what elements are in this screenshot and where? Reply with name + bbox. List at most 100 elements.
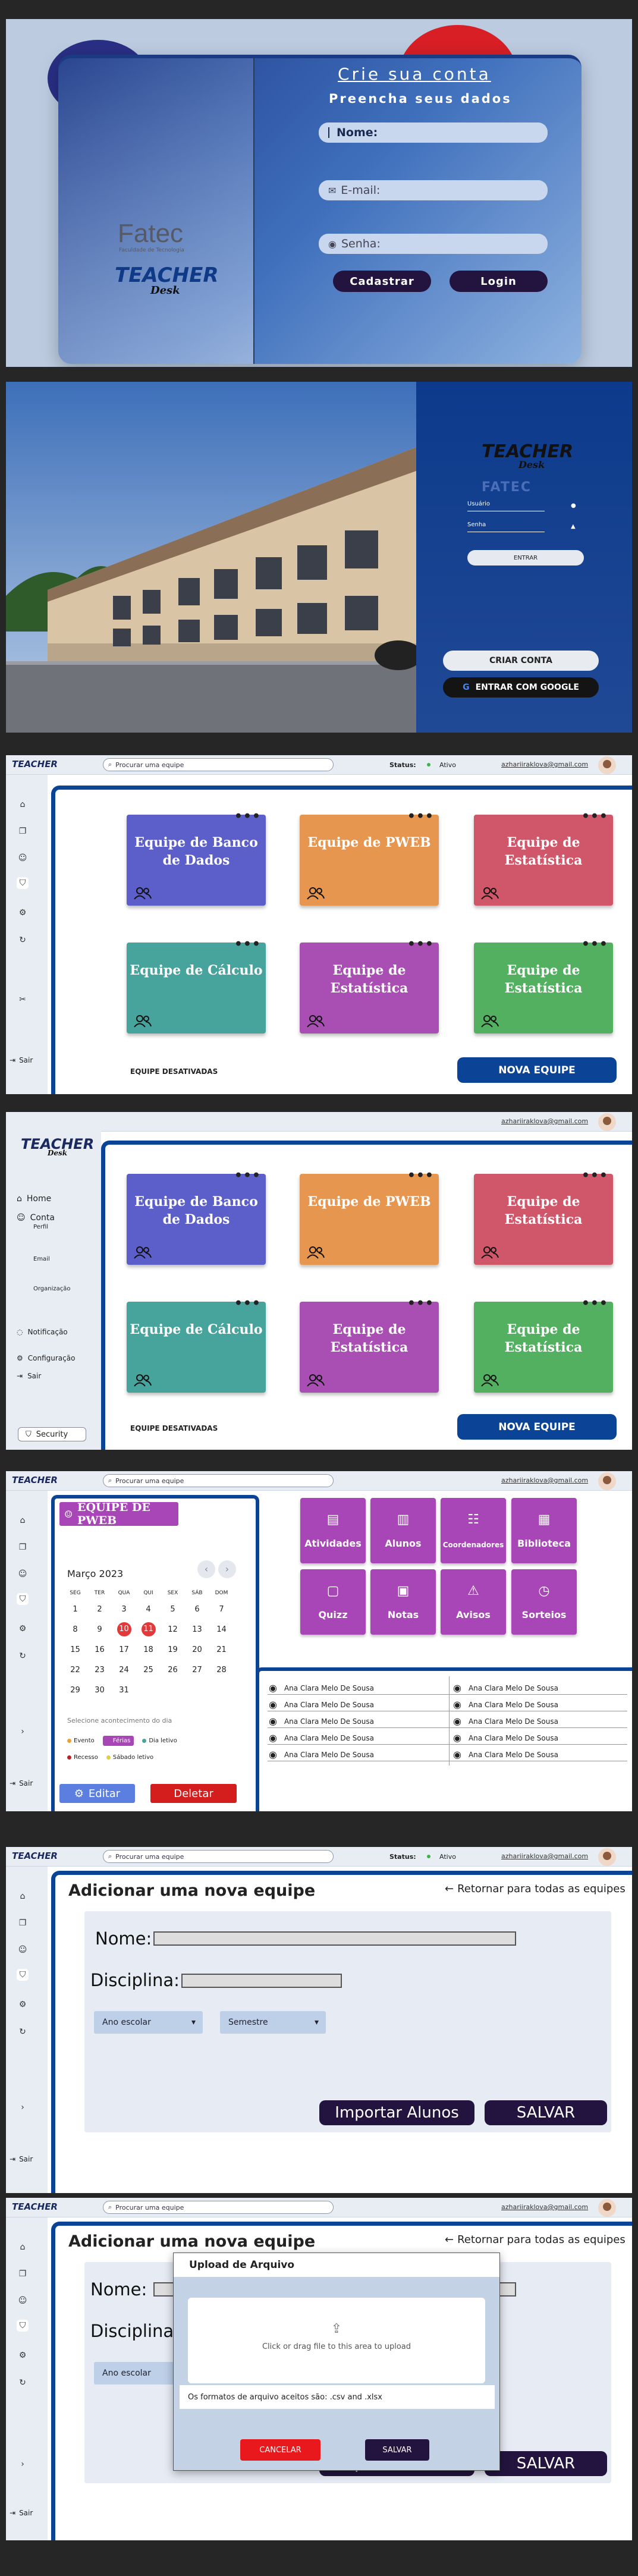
calendar-day[interactable]: 9 <box>87 1619 112 1639</box>
logout-button[interactable]: ⇥ Sair <box>10 1779 33 1788</box>
team-name-input[interactable] <box>153 1931 516 1946</box>
login-button[interactable]: Login <box>450 271 548 292</box>
people-icon[interactable]: ☺ <box>17 852 29 864</box>
people-icon[interactable]: ☺ <box>17 1944 29 1956</box>
refresh-icon[interactable]: ↻ <box>17 934 29 946</box>
shield-icon[interactable]: ⛉ <box>17 1593 29 1605</box>
more-options-icon[interactable]: ••• <box>234 1295 261 1312</box>
user-email[interactable]: azhariiraklova@gmail.com <box>501 2203 588 2211</box>
calendar-day[interactable]: 23 <box>87 1660 112 1680</box>
team-card[interactable]: ••• Equipe de Estatística <box>474 809 613 906</box>
calendar-day[interactable]: 3 <box>112 1599 136 1619</box>
user-email[interactable]: azhariiraklova@gmail.com <box>501 1852 588 1860</box>
password-field[interactable]: ◉ Senha: <box>319 234 548 254</box>
prev-month-button[interactable]: ‹ <box>197 1560 215 1578</box>
calendar-day[interactable]: 12 <box>161 1619 185 1639</box>
user-email[interactable]: azhariiraklova@gmail.com <box>501 1477 588 1484</box>
name-field[interactable]: Nome: <box>319 122 548 143</box>
copy-icon[interactable]: ❐ <box>17 825 29 837</box>
menu-profile[interactable]: Perfil <box>33 1224 48 1230</box>
feature-tile[interactable]: ▥ Alunos <box>370 1498 436 1563</box>
calendar-day[interactable]: 11 <box>136 1619 161 1639</box>
calendar-day[interactable]: 22 <box>63 1660 87 1680</box>
home-icon[interactable]: ⌂ <box>17 799 29 811</box>
member-row[interactable]: ◉ Ana Clara Melo De Sousa <box>453 1682 558 1694</box>
search-input[interactable]: ⌕ Procurar uma equipe <box>103 758 334 771</box>
calendar-day[interactable]: 7 <box>209 1599 234 1619</box>
calendar-day[interactable]: 10 <box>112 1619 136 1639</box>
chevron-right-icon[interactable]: › <box>17 2458 29 2470</box>
email-field[interactable]: ✉ E-mail: <box>319 180 548 200</box>
gear-icon[interactable]: ⚙ <box>17 1999 29 2010</box>
calendar-day[interactable]: 2 <box>87 1599 112 1619</box>
member-row[interactable]: ◉ Ana Clara Melo De Sousa <box>269 1732 374 1743</box>
calendar-day[interactable]: 19 <box>161 1639 185 1660</box>
gear-icon[interactable]: ⚙ <box>17 1623 29 1635</box>
team-card[interactable]: ••• Equipe de Cálculo <box>127 1296 266 1393</box>
user-email[interactable]: azhariiraklova@gmail.com <box>501 761 588 768</box>
more-options-icon[interactable]: ••• <box>582 1167 608 1185</box>
next-month-button[interactable]: › <box>218 1560 236 1578</box>
search-input[interactable]: ⌕ Procurar uma equipe <box>103 1474 334 1487</box>
more-options-icon[interactable]: ••• <box>407 1295 434 1312</box>
google-login-button[interactable]: G ENTRAR COM GOOGLE <box>443 677 599 698</box>
login-password-input[interactable]: Senha <box>467 522 545 532</box>
more-options-icon[interactable]: ••• <box>234 1167 261 1185</box>
home-icon[interactable]: ⌂ <box>17 1890 29 1902</box>
user-email[interactable]: azhariiraklova@gmail.com <box>501 1117 588 1125</box>
more-options-icon[interactable]: ••• <box>234 935 261 953</box>
copy-icon[interactable]: ❐ <box>17 2268 29 2280</box>
team-card[interactable]: ••• Equipe de Cálculo <box>127 937 266 1033</box>
save-button[interactable]: SALVAR <box>485 2451 607 2476</box>
menu-organization[interactable]: Organização <box>33 1286 71 1292</box>
create-account-button[interactable]: CRIAR CONTA <box>443 651 599 671</box>
new-team-button[interactable]: NOVA EQUIPE <box>457 1057 617 1083</box>
people-icon[interactable]: ☺ <box>17 2295 29 2307</box>
avatar[interactable] <box>598 1113 616 1131</box>
calendar-day[interactable]: 4 <box>136 1599 161 1619</box>
logout-button[interactable]: ⇥ Sair <box>10 1056 33 1064</box>
menu-home[interactable]: ⌂ Home <box>17 1194 51 1204</box>
search-input[interactable]: ⌕ Procurar uma equipe <box>103 2201 334 2214</box>
calendar-day[interactable]: 8 <box>63 1619 87 1639</box>
edit-button[interactable]: ⚙ Editar <box>59 1784 135 1803</box>
disabled-teams-label[interactable]: EQUIPE DESATIVADAS <box>130 1424 218 1432</box>
calendar-day[interactable]: 18 <box>136 1639 161 1660</box>
team-card[interactable]: ••• Equipe de Estatística <box>474 1168 613 1265</box>
member-row[interactable]: ◉ Ana Clara Melo De Sousa <box>453 1732 558 1743</box>
shield-icon[interactable]: ⛉ <box>17 1969 29 1981</box>
new-team-button[interactable]: NOVA EQUIPE <box>457 1414 617 1440</box>
feature-tile[interactable]: ⚠ Avisos <box>441 1569 506 1635</box>
calendar-day[interactable]: 31 <box>112 1680 136 1700</box>
member-row[interactable]: ◉ Ana Clara Melo De Sousa <box>269 1716 374 1727</box>
import-students-button[interactable]: Importar Alunos <box>319 2100 474 2125</box>
feature-tile[interactable]: ▤ Atividades <box>300 1498 366 1563</box>
calendar-day[interactable]: 20 <box>185 1639 209 1660</box>
calendar-day[interactable]: 5 <box>161 1599 185 1619</box>
menu-notification[interactable]: ◌ Notificação <box>17 1328 68 1336</box>
member-row[interactable]: ◉ Ana Clara Melo De Sousa <box>453 1699 558 1710</box>
more-options-icon[interactable]: ••• <box>407 935 434 953</box>
calendar-day[interactable]: 26 <box>161 1660 185 1680</box>
semester-select[interactable]: Semestre ▾ <box>220 2011 326 2034</box>
calendar-day[interactable]: 27 <box>185 1660 209 1680</box>
calendar-day[interactable]: 25 <box>136 1660 161 1680</box>
member-row[interactable]: ◉ Ana Clara Melo De Sousa <box>453 1716 558 1727</box>
more-options-icon[interactable]: ••• <box>582 808 608 825</box>
more-options-icon[interactable]: ••• <box>582 935 608 953</box>
team-card[interactable]: ••• Equipe de Estatística <box>300 1296 439 1393</box>
gear-icon[interactable]: ⚙ <box>17 907 29 919</box>
chevron-right-icon[interactable]: › <box>17 2101 29 2113</box>
member-row[interactable]: ◉ Ana Clara Melo De Sousa <box>269 1682 374 1694</box>
save-button[interactable]: SALVAR <box>485 2100 607 2125</box>
calendar-day[interactable]: 24 <box>112 1660 136 1680</box>
username-input[interactable]: Usuário <box>467 501 545 511</box>
more-options-icon[interactable]: ••• <box>407 808 434 825</box>
team-card[interactable]: ••• Equipe de PWEB <box>300 809 439 906</box>
copy-icon[interactable]: ❐ <box>17 1917 29 1929</box>
calendar-day[interactable]: 17 <box>112 1639 136 1660</box>
feature-tile[interactable]: ▣ Notas <box>370 1569 436 1635</box>
refresh-icon[interactable]: ↻ <box>17 2377 29 2389</box>
tools-icon[interactable]: ✂ <box>17 994 29 1006</box>
calendar-day[interactable]: 6 <box>185 1599 209 1619</box>
